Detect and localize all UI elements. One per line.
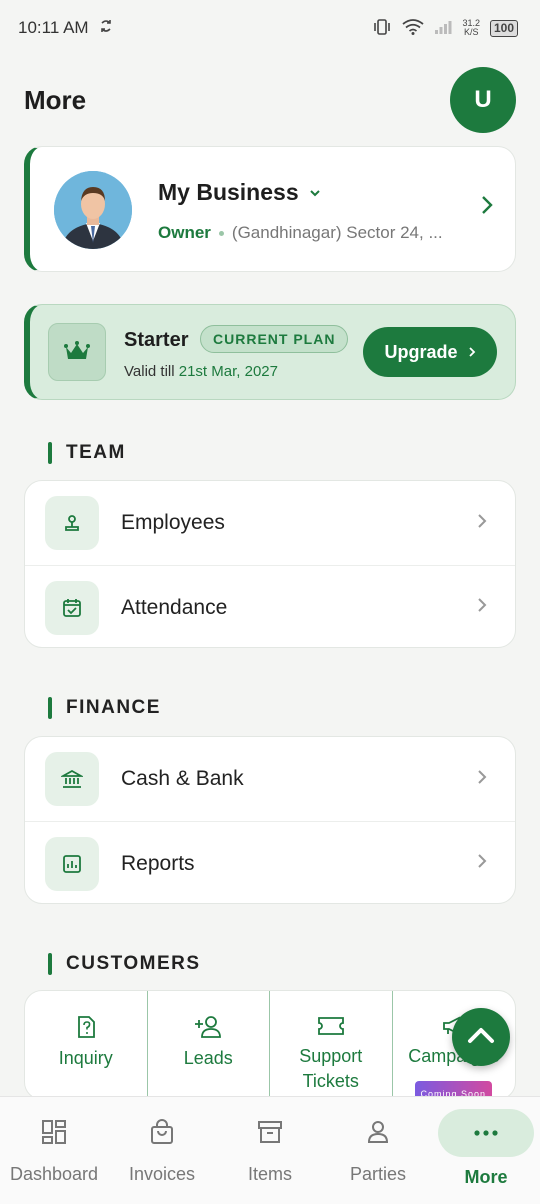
current-plan-badge: CURRENT PLAN (200, 325, 349, 353)
inquiry-icon (75, 1015, 97, 1046)
section-title-customers: CUSTOMERS (48, 953, 201, 975)
chevron-right-icon (468, 342, 476, 363)
crown-icon (48, 323, 106, 381)
page-header: More U (24, 64, 516, 136)
ticket-icon (317, 1015, 345, 1044)
page-title: More (24, 84, 87, 115)
business-address: (Gandhinagar) Sector 24, ... (231, 223, 443, 242)
list-item-label: Attendance (121, 595, 228, 619)
more-icon (438, 1109, 534, 1157)
separator-dot (218, 230, 224, 236)
nav-dashboard[interactable]: Dashboard (0, 1097, 108, 1204)
plan-validity: Valid till 21st Mar, 2027 (124, 363, 278, 380)
plan-card: Starter CURRENT PLAN Valid till 21st Mar… (24, 304, 516, 400)
nav-label: Dashboard (9, 1164, 99, 1184)
nav-more[interactable]: More (432, 1097, 540, 1204)
section-title-team: TEAM (48, 442, 126, 464)
battery-icon: 100 (489, 19, 518, 37)
section-accent-bar (48, 697, 52, 719)
customers-item-label: Inquiry (58, 1048, 113, 1068)
customers-item-inquiry[interactable]: Inquiry (25, 991, 148, 1099)
add-person-icon (193, 1015, 223, 1046)
chevron-down-icon[interactable] (309, 184, 321, 202)
section-title-text: FINANCE (66, 697, 161, 718)
chevron-right-icon (477, 513, 487, 534)
status-bar: 10:11 AM 31.2 K/S 100 (0, 0, 540, 56)
section-title-text: CUSTOMERS (66, 953, 201, 974)
chevron-right-icon (477, 853, 487, 874)
customers-item-support-tickets[interactable]: Support Tickets (270, 991, 393, 1099)
business-card[interactable]: My Business Owner (Gandhinagar) Sector 2… (24, 146, 516, 272)
customers-item-leads[interactable]: Leads (148, 991, 270, 1099)
bag-icon (149, 1119, 175, 1150)
bottom-navigation: Dashboard Invoices Items Parties More (0, 1096, 540, 1204)
nav-label: More (464, 1167, 508, 1187)
business-avatar (54, 171, 132, 249)
nav-parties[interactable]: Parties (324, 1097, 432, 1204)
list-item-reports[interactable]: Reports (25, 821, 515, 903)
nav-items[interactable]: Items (216, 1097, 324, 1204)
chevron-right-icon (477, 597, 487, 618)
bank-icon (45, 752, 99, 806)
upgrade-button[interactable]: Upgrade (363, 327, 497, 377)
person-icon (365, 1119, 391, 1150)
chevron-right-icon (481, 195, 493, 220)
status-time: 10:11 AM (18, 18, 89, 37)
finance-card: Cash & Bank Reports (24, 736, 516, 904)
sync-icon (99, 18, 113, 39)
nav-label: Parties (349, 1164, 407, 1184)
net-speed-unit: K/S (463, 27, 479, 37)
section-title-finance: FINANCE (48, 697, 161, 719)
employee-badge-icon (45, 496, 99, 550)
list-item-attendance[interactable]: Attendance (25, 565, 515, 647)
nav-label: Invoices (128, 1164, 196, 1184)
user-avatar-button[interactable]: U (450, 67, 516, 133)
section-accent-bar (48, 953, 52, 975)
chevron-right-icon (477, 769, 487, 790)
plan-name: Starter (124, 329, 189, 351)
section-accent-bar (48, 442, 52, 464)
customers-item-label: Leads (183, 1048, 233, 1068)
customers-card: Inquiry Leads Support Tickets Campaigns … (24, 990, 516, 1100)
chevron-up-icon (466, 1025, 496, 1050)
plan-valid-prefix: Valid till (124, 363, 175, 380)
wifi-icon (402, 18, 424, 38)
list-item-label: Reports (121, 851, 195, 875)
bar-chart-icon (45, 836, 99, 891)
calendar-check-icon (45, 580, 99, 635)
nav-label: Items (247, 1164, 292, 1184)
upgrade-label: Upgrade (384, 341, 458, 362)
customers-item-label: Support Tickets (299, 1046, 363, 1091)
section-title-text: TEAM (66, 442, 126, 463)
list-item-label: Employees (121, 511, 225, 534)
list-item-label: Cash & Bank (121, 767, 244, 790)
archive-icon (257, 1119, 283, 1150)
dashboard-icon (41, 1119, 67, 1150)
scroll-top-button[interactable] (452, 1008, 510, 1066)
team-card: Employees Attendance (24, 480, 516, 648)
signal-icon (434, 19, 452, 38)
list-item-cash-bank[interactable]: Cash & Bank (25, 737, 515, 821)
nav-invoices[interactable]: Invoices (108, 1097, 216, 1204)
business-name: My Business (158, 179, 299, 205)
vibrate-icon (372, 18, 392, 38)
business-role: Owner (158, 223, 211, 242)
list-item-employees[interactable]: Employees (25, 481, 515, 565)
net-speed: 31.2 K/S (462, 19, 480, 37)
plan-valid-date: 21st Mar, 2027 (178, 363, 278, 380)
